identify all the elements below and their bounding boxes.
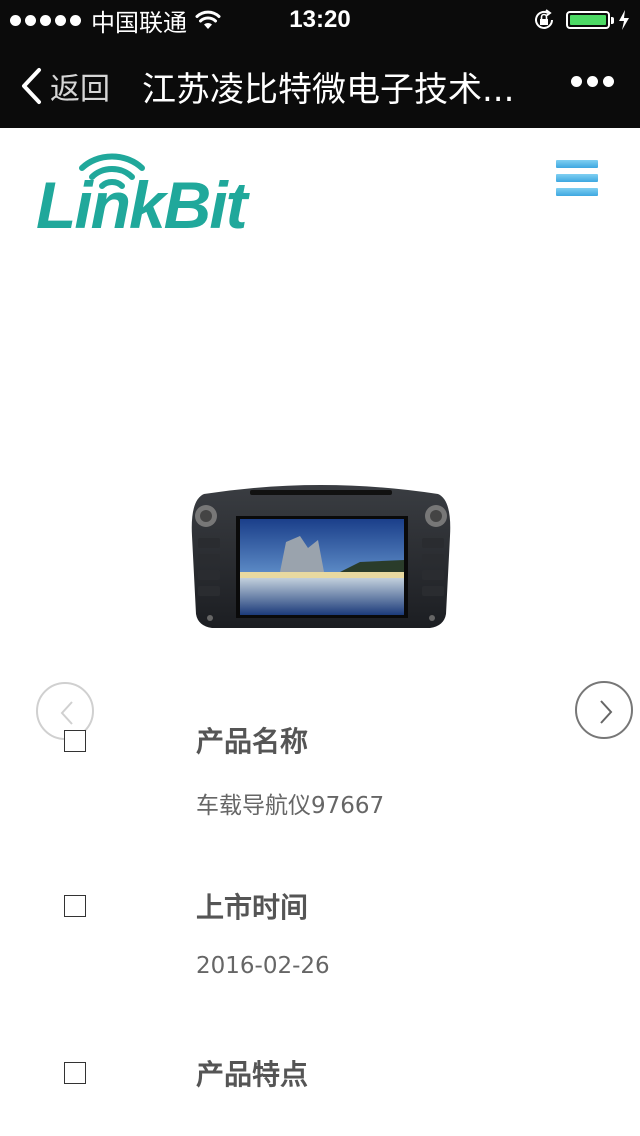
- hamburger-menu-button[interactable]: [556, 160, 598, 204]
- chevron-left-icon: [22, 68, 41, 104]
- info-value: 车载导航仪97667: [196, 793, 385, 819]
- more-options-button[interactable]: [566, 76, 614, 87]
- nav-bar: 返回 江苏凌比特微电子技术...: [0, 40, 640, 128]
- brand-logo[interactable]: LinkBit: [36, 150, 248, 242]
- status-right: [532, 8, 630, 32]
- back-label: 返回: [50, 72, 110, 107]
- next-arrow-button[interactable]: [575, 681, 633, 739]
- checkbox[interactable]: [64, 730, 86, 752]
- more-dot-icon: [571, 76, 582, 87]
- more-dot-icon: [587, 76, 598, 87]
- more-dot-icon: [603, 76, 614, 87]
- menu-line-icon: [556, 188, 598, 196]
- info-label: 上市时间: [196, 891, 309, 924]
- rotation-lock-icon: [535, 9, 553, 29]
- info-value: 2016-02-26: [196, 953, 330, 979]
- back-button[interactable]: 返回: [20, 64, 110, 108]
- logo-text: LinkBit: [36, 168, 248, 242]
- checkbox[interactable]: [64, 1062, 86, 1084]
- info-label: 产品名称: [196, 725, 309, 758]
- chevron-right-icon: [600, 700, 613, 724]
- menu-line-icon: [556, 174, 598, 182]
- info-label: 产品特点: [196, 1058, 309, 1091]
- status-bar: 中国联通 13:20: [0, 0, 640, 40]
- charging-icon: [619, 10, 629, 30]
- menu-line-icon: [556, 160, 598, 168]
- battery-icon: [566, 11, 614, 29]
- page-title: 江苏凌比特微电子技术...: [142, 70, 515, 110]
- product-image: [191, 485, 451, 628]
- checkbox[interactable]: [64, 895, 86, 917]
